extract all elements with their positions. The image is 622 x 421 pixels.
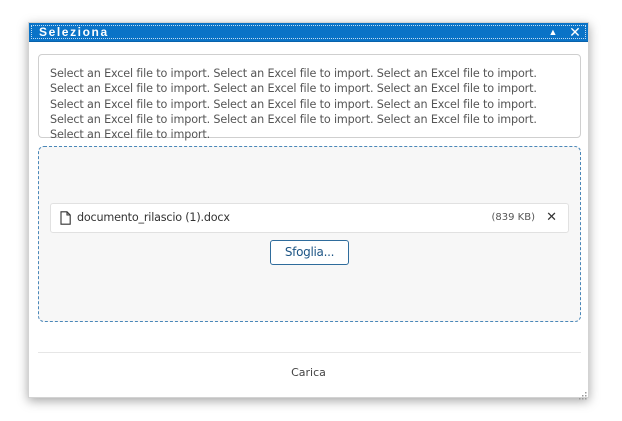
file-icon xyxy=(60,211,71,225)
dialog-titlebar[interactable]: Seleziona ▲ ✕ xyxy=(29,23,588,42)
description-box: Select an Excel file to import. Select a… xyxy=(38,54,581,141)
footer-divider xyxy=(38,352,581,353)
file-size: (839 KB) xyxy=(491,212,536,223)
browse-button[interactable]: Sfoglia... xyxy=(270,240,349,265)
close-icon[interactable]: ✕ xyxy=(566,24,584,40)
file-dropzone[interactable]: documento_rilascio (1).docx (839 KB) ✕ S… xyxy=(38,146,581,322)
collapse-icon[interactable]: ▲ xyxy=(544,24,562,40)
resize-grip-icon[interactable] xyxy=(578,387,587,400)
file-name: documento_rilascio (1).docx xyxy=(77,211,230,224)
file-item: documento_rilascio (1).docx (839 KB) ✕ xyxy=(50,203,569,233)
dialog-title: Seleziona xyxy=(39,25,109,39)
remove-file-icon[interactable]: ✕ xyxy=(546,209,557,225)
select-dialog: Seleziona ▲ ✕ Select an Excel file to im… xyxy=(28,22,589,400)
upload-button[interactable]: Carica xyxy=(29,366,588,379)
